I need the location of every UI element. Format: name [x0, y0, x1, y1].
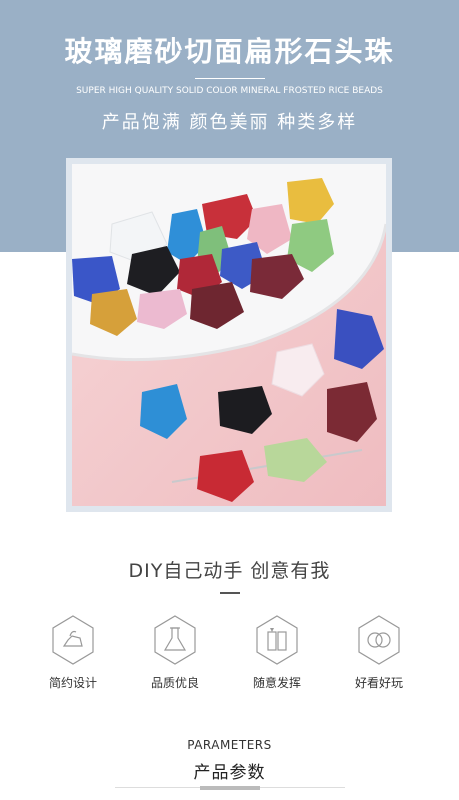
parameters-divider — [200, 786, 260, 790]
diy-divider — [220, 592, 240, 594]
beads-illustration — [72, 164, 386, 506]
rings-icon — [358, 615, 400, 665]
feature-list: 简约设计 品质优良 随意发挥 好看好玩 — [0, 614, 459, 694]
product-photo-frame — [66, 158, 392, 512]
feature-label: 好看好玩 — [354, 676, 403, 690]
feature-item-freedom: 随意发挥 — [232, 614, 322, 691]
flask-icon — [154, 615, 196, 665]
tagline: 产品饱满 颜色美丽 种类多样 — [101, 112, 358, 133]
feature-item-quality: 品质优良 — [130, 614, 220, 691]
iron-icon — [52, 615, 94, 665]
feature-label: 随意发挥 — [252, 676, 301, 690]
feature-item-simple: 简约设计 — [28, 614, 118, 691]
english-subtitle: SUPER HIGH QUALITY SOLID COLOR MINERAL F… — [76, 86, 383, 96]
product-photo — [72, 164, 386, 506]
diy-title: DIY自己动手 创意有我 — [128, 560, 331, 582]
page-title: 玻璃磨砂切面扁形石头珠 — [64, 35, 395, 68]
feature-label: 简约设计 — [48, 676, 97, 690]
palette-icon — [256, 615, 298, 665]
parameters-title-en: PARAMETERS — [187, 738, 272, 752]
feature-item-fun: 好看好玩 — [334, 614, 424, 691]
feature-label: 品质优良 — [150, 676, 199, 690]
parameters-title-cn: 产品参数 — [193, 763, 266, 783]
title-divider — [195, 78, 265, 79]
